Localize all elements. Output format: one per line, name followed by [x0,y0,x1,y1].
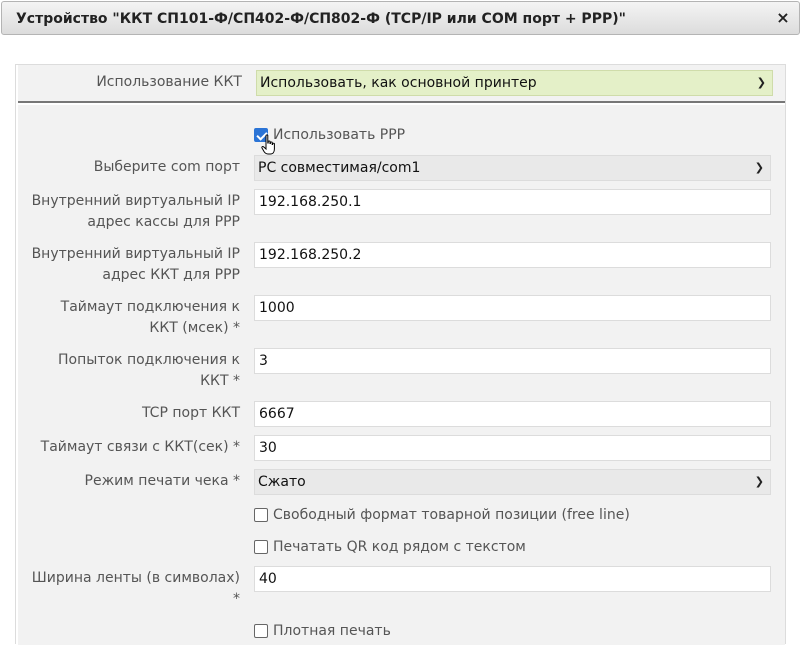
com-port-select[interactable]: PC совместимая/com1 ❯ [254,155,771,181]
usage-section: Использование ККТ Использовать, как осно… [18,65,785,103]
print-mode-value: Сжато [258,474,306,490]
tape-width-label-line1: Ширина ленты (в символах) [31,570,240,586]
ip-kassa-label-line1: Внутренний виртуальный IP [31,193,240,209]
dialog-title: Устройство "ККТ СП101-Ф/СП402-Ф/СП802-Ф … [16,11,626,27]
ip-kkt-label-line2: адрес ККТ для PPP [102,267,240,283]
conn-attempts-input[interactable] [254,348,771,374]
free-line-label: Свободный формат товарной позиции (free … [273,507,630,523]
qr-print-label: Печатать QR код рядом с текстом [273,539,526,555]
ip-kassa-label: Внутренний виртуальный IP адрес кассы дл… [18,191,240,233]
chevron-down-icon: ❯ [754,475,764,488]
ip-kassa-input[interactable] [254,189,771,215]
conn-timeout-label: Таймаут подключения к ККТ (мсек) * [18,297,240,339]
dense-print-label: Плотная печать [273,623,391,639]
tape-width-label: Ширина ленты (в символах) * [18,568,240,610]
print-mode-label: Режим печати чека * [84,473,240,489]
com-port-label: Выберите com порт [93,159,240,175]
use-ppp-label: Использовать PPP [273,127,406,143]
dense-print-checkbox[interactable] [254,624,268,638]
usage-value: Использовать, как основной принтер [260,75,537,91]
conn-timeout-input[interactable] [254,295,771,321]
usage-select[interactable]: Использовать, как основной принтер ❯ [256,70,773,96]
free-line-checkbox[interactable] [254,508,268,522]
chevron-down-icon: ❯ [754,161,764,174]
ip-kkt-input[interactable] [254,242,771,268]
tape-width-input[interactable] [254,566,771,592]
tcp-port-label: TCP порт ККТ [141,405,240,421]
usage-label: Использование ККТ [96,74,242,90]
comm-timeout-input[interactable] [254,435,771,461]
tcp-port-input[interactable] [254,401,771,427]
settings-form: Использование ККТ Использовать, как осно… [15,64,786,645]
ip-kkt-label: Внутренний виртуальный IP адрес ККТ для … [18,244,240,286]
close-icon[interactable]: × [775,10,791,26]
comm-timeout-label: Таймаут связи с ККТ(сек) * [40,439,240,455]
qr-print-checkbox[interactable] [254,540,268,554]
conn-timeout-label-line2: ККТ (мсек) * [149,320,240,336]
print-mode-select[interactable]: Сжато ❯ [254,469,771,495]
conn-timeout-label-line1: Таймаут подключения к [60,299,240,315]
hand-cursor-icon [261,134,275,155]
conn-attempts-label-line2: ККТ * [200,373,240,389]
tape-width-label-line2: * [233,591,240,607]
com-port-value: PC совместимая/com1 [258,160,421,176]
conn-attempts-label: Попыток подключения к ККТ * [18,350,240,392]
ip-kkt-label-line1: Внутренний виртуальный IP [31,246,240,262]
chevron-down-icon: ❯ [756,76,766,89]
dialog-titlebar: Устройство "ККТ СП101-Ф/СП402-Ф/СП802-Ф … [1,1,800,35]
ip-kassa-label-line2: адрес кассы для PPP [87,214,240,230]
conn-attempts-label-line1: Попыток подключения к [58,352,240,368]
